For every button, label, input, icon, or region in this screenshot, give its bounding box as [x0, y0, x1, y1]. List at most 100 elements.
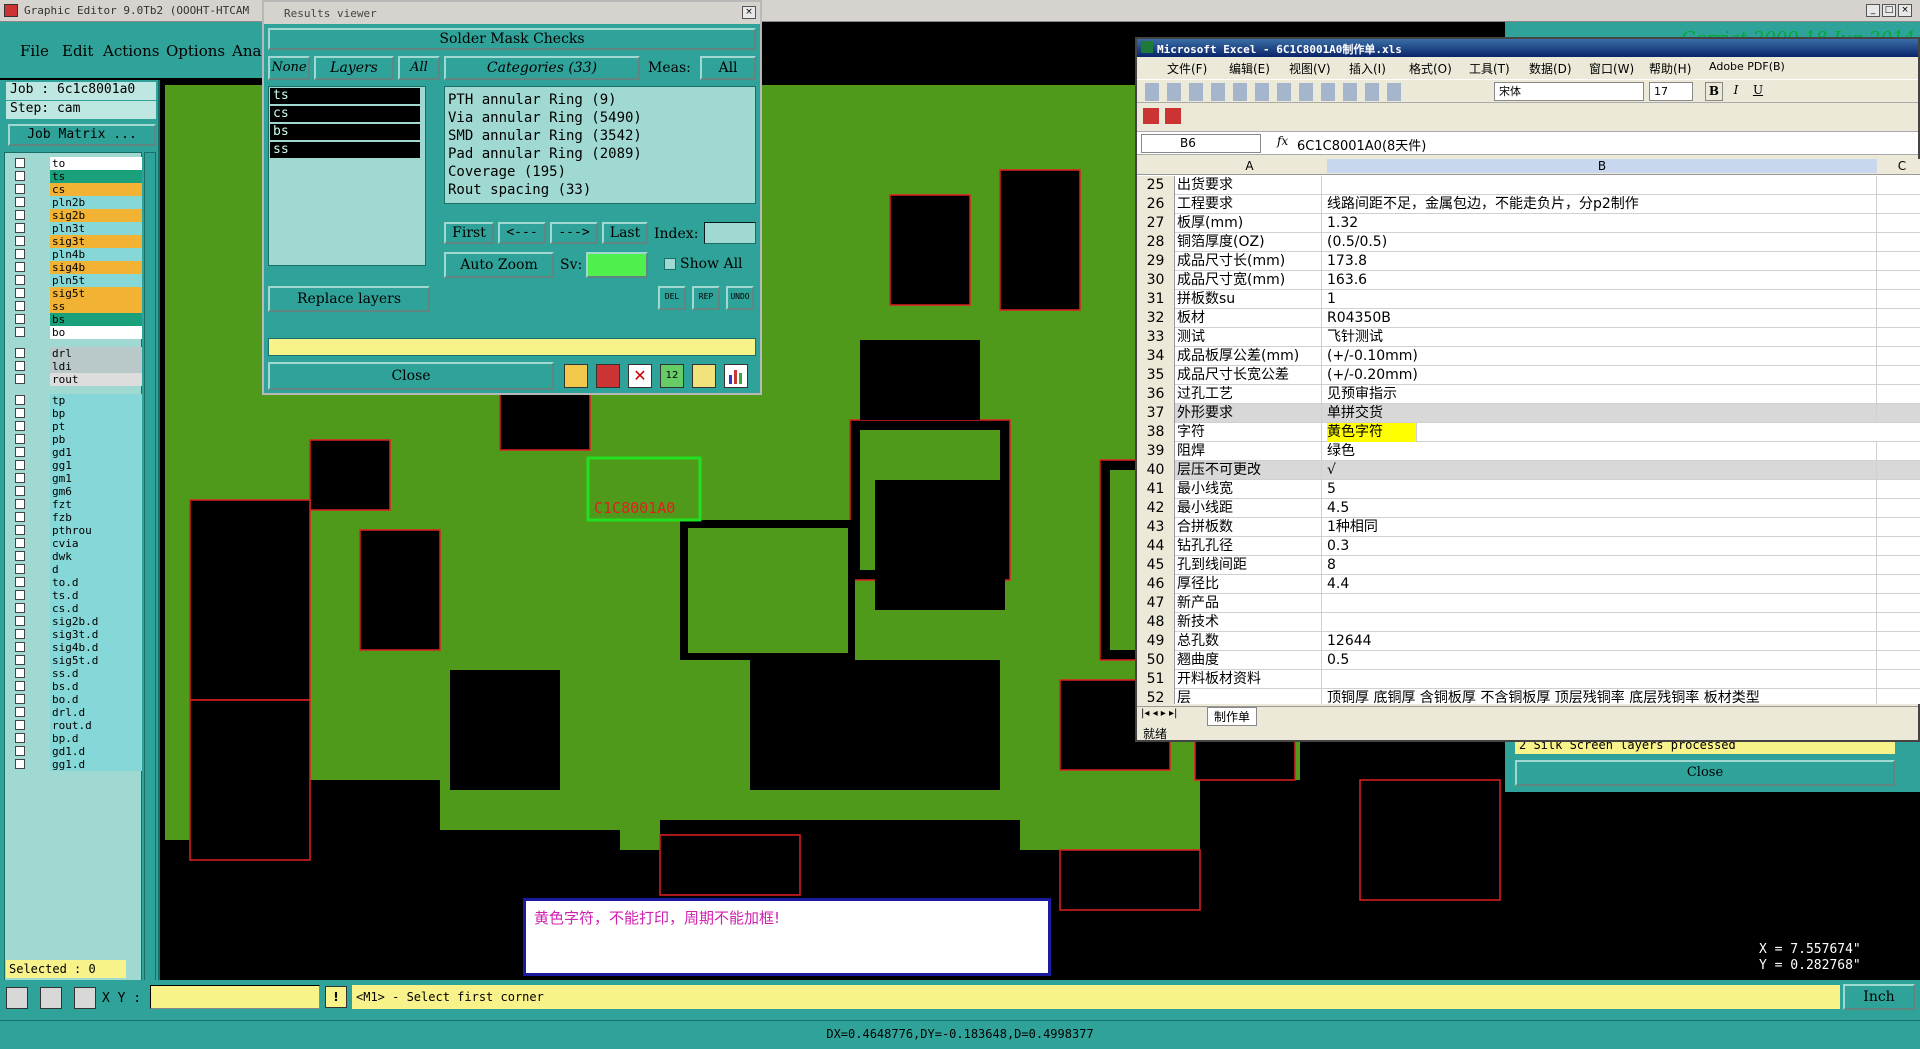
layer-checkbox[interactable] — [15, 512, 25, 522]
cell-a[interactable]: 成品尺寸长宽公差 — [1177, 366, 1322, 385]
sheet-row[interactable]: 27 板厚(mm) 1.32 — [1137, 214, 1920, 233]
undo-button[interactable]: UNDO — [726, 286, 754, 310]
layer-row-cvia[interactable]: cvia — [15, 537, 142, 550]
row-number[interactable]: 44 — [1137, 537, 1175, 556]
layer-row-bp[interactable]: bp — [15, 407, 142, 420]
row-number[interactable]: 49 — [1137, 632, 1175, 651]
grid-tool-icon[interactable] — [74, 987, 96, 1009]
layer-checkbox[interactable] — [15, 314, 25, 324]
menu-options[interactable]: Options — [166, 42, 225, 60]
layer-checkbox[interactable] — [15, 301, 25, 311]
layer-checkbox[interactable] — [15, 590, 25, 600]
layer-checkbox[interactable] — [15, 236, 25, 246]
cell-a[interactable]: 开料板材资料 — [1177, 670, 1322, 689]
replace-layers-select[interactable]: Replace layers — [268, 286, 430, 312]
categories-button[interactable]: Categories (33) — [444, 56, 640, 80]
layer-row-pln2b[interactable]: pln2b — [15, 196, 142, 209]
cell-b[interactable]: R04350B — [1327, 309, 1877, 328]
layer-row-tp[interactable]: tp — [15, 394, 142, 407]
category-item[interactable]: SMD annular Ring (3542) — [448, 127, 752, 145]
row-number[interactable]: 38 — [1137, 423, 1175, 442]
cell-a[interactable]: 成品板厚公差(mm) — [1177, 347, 1322, 366]
layer-row-gd1-d[interactable]: gd1.d — [15, 745, 142, 758]
cell-a[interactable]: 厚径比 — [1177, 575, 1322, 594]
cell-b[interactable] — [1327, 613, 1877, 632]
cell-a[interactable]: 总孔数 — [1177, 632, 1322, 651]
cell-a[interactable]: 最小线宽 — [1177, 480, 1322, 499]
last-button[interactable]: Last — [602, 222, 648, 244]
row-number[interactable]: 46 — [1137, 575, 1175, 594]
cell-a[interactable]: 成品尺寸宽(mm) — [1177, 271, 1322, 290]
cell-b[interactable]: 1 — [1327, 290, 1877, 309]
notes-icon[interactable] — [692, 364, 716, 388]
cell-a[interactable]: 翘曲度 — [1177, 651, 1322, 670]
cell-a[interactable]: 成品尺寸长(mm) — [1177, 252, 1322, 271]
layer-row-sig2b-d[interactable]: sig2b.d — [15, 615, 142, 628]
sheet-row[interactable]: 51 开料板材资料 — [1137, 670, 1920, 689]
layer-row-rout[interactable]: rout — [15, 373, 142, 386]
category-item[interactable]: PTH annular Ring (9) — [448, 91, 752, 109]
layer-checkbox[interactable] — [15, 538, 25, 548]
bar-chart-icon[interactable] — [724, 364, 748, 388]
job-matrix-button[interactable]: Job Matrix ... — [8, 124, 156, 146]
row-number[interactable]: 41 — [1137, 480, 1175, 499]
layer-checkbox[interactable] — [15, 361, 25, 371]
name-box[interactable]: B6 — [1141, 134, 1261, 153]
cell-b[interactable]: 4.4 — [1327, 575, 1877, 594]
font-name-select[interactable]: 宋体 — [1494, 82, 1644, 101]
row-number[interactable]: 29 — [1137, 252, 1175, 271]
layer-row-ldi[interactable]: ldi — [15, 360, 142, 373]
cell-b[interactable]: 5 — [1327, 480, 1877, 499]
layer-checkbox[interactable] — [15, 408, 25, 418]
layer-row-bo[interactable]: bo — [15, 326, 142, 339]
row-number[interactable]: 50 — [1137, 651, 1175, 670]
result-layer-ss[interactable]: ss — [270, 142, 420, 158]
sheet-nav-arrows[interactable]: |◂ ◂ ▸ ▸| — [1141, 708, 1177, 719]
italic-button[interactable]: I — [1727, 82, 1745, 101]
cell-b[interactable] — [1327, 670, 1877, 689]
layer-row-sig5t-d[interactable]: sig5t.d — [15, 654, 142, 667]
sheet-row[interactable]: 50 翘曲度 0.5 — [1137, 651, 1920, 670]
cell-a[interactable]: 工程要求 — [1177, 195, 1322, 214]
layer-checkbox[interactable] — [15, 374, 25, 384]
row-number[interactable]: 52 — [1137, 689, 1175, 704]
sheet-row[interactable]: 44 钻孔孔径 0.3 — [1137, 537, 1920, 556]
sheet-row[interactable]: 28 铜箔厚度(OZ) (0.5/0.5) — [1137, 233, 1920, 252]
cell-a[interactable]: 板材 — [1177, 309, 1322, 328]
layer-list-scrollbar[interactable] — [144, 152, 156, 1032]
layer-row-bs-d[interactable]: bs.d — [15, 680, 142, 693]
row-number[interactable]: 34 — [1137, 347, 1175, 366]
cell-a[interactable]: 拼板数su — [1177, 290, 1322, 309]
row-number[interactable]: 26 — [1137, 195, 1175, 214]
xy-input[interactable] — [150, 985, 320, 1009]
column-b-header[interactable]: B — [1327, 159, 1877, 173]
silkscreen-close-button[interactable]: Close — [1515, 760, 1895, 786]
cell-b[interactable]: 飞针测试 — [1327, 328, 1877, 347]
result-layer-cs[interactable]: cs — [270, 106, 420, 122]
layer-checkbox[interactable] — [15, 577, 25, 587]
pdf-mail-icon[interactable] — [1165, 108, 1181, 124]
layer-checkbox[interactable] — [15, 395, 25, 405]
layer-row-ss[interactable]: ss — [15, 300, 142, 313]
cell-b[interactable]: 4.5 — [1327, 499, 1877, 518]
sheet-row[interactable]: 30 成品尺寸宽(mm) 163.6 — [1137, 271, 1920, 290]
cell-b[interactable]: 0.3 — [1327, 537, 1877, 556]
sheet-row[interactable]: 47 新产品 — [1137, 594, 1920, 613]
layer-row-fzt[interactable]: fzt — [15, 498, 142, 511]
cell-b[interactable]: 线路间距不足，金属包边，不能走负片，分p2制作 — [1327, 195, 1877, 214]
layer-row-pthrou[interactable]: pthrou — [15, 524, 142, 537]
sheet-row[interactable]: 39 阻焊 绿色 — [1137, 442, 1920, 461]
units-select[interactable]: Inch — [1843, 984, 1915, 1010]
sheet-row[interactable]: 33 测试 飞针测试 — [1137, 328, 1920, 347]
all-layers-button[interactable]: All — [398, 56, 440, 80]
toolbar-icons[interactable] — [1145, 83, 1405, 101]
spreadsheet-grid[interactable]: A B C 25 出货要求 26 工程要求 线路间距不足，金属包边，不能走负片，分p2制… — [1137, 159, 1920, 704]
cell-b[interactable]: 黄色字符 — [1327, 423, 1417, 442]
cell-b[interactable]: (+/-0.20mm) — [1327, 366, 1877, 385]
maximize-button[interactable]: □ — [1882, 4, 1896, 17]
minimize-button[interactable]: _ — [1866, 4, 1880, 17]
cell-a[interactable]: 钻孔孔径 — [1177, 537, 1322, 556]
row-number[interactable]: 40 — [1137, 461, 1175, 480]
layers-button[interactable]: Layers — [314, 56, 394, 80]
cell-a[interactable]: 出货要求 — [1177, 176, 1322, 195]
